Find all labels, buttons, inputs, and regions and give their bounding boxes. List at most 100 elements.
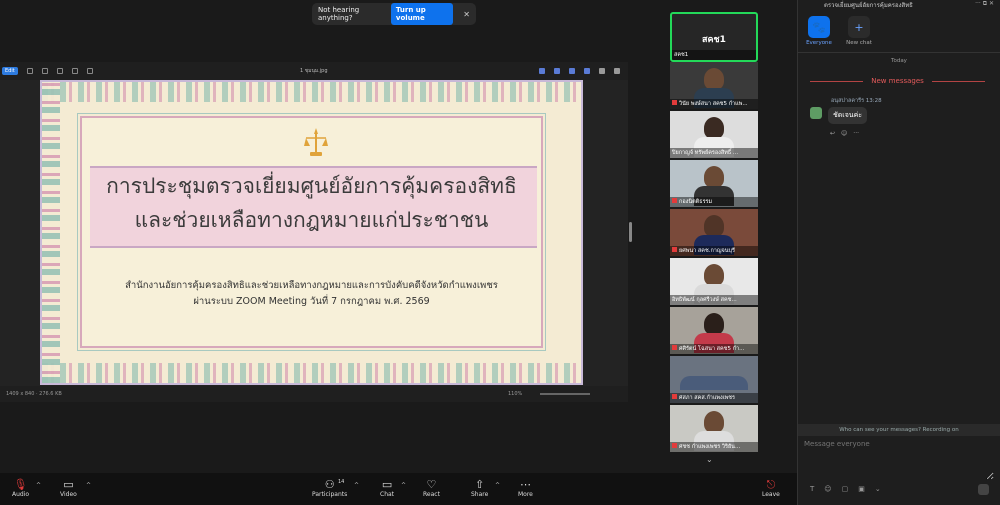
zoom-level[interactable]: 110% bbox=[508, 391, 522, 397]
tab-everyone[interactable]: 🐾 Everyone bbox=[804, 16, 834, 46]
participant-face bbox=[704, 68, 724, 90]
video-button[interactable]: ▭ Video bbox=[60, 478, 77, 498]
tile-name-text: ศสภา สคส.กำแพงเพชร bbox=[679, 395, 735, 401]
popout-icon[interactable]: ⧉ bbox=[983, 0, 987, 7]
mic-muted-icon bbox=[672, 247, 677, 252]
tile-name-text: ปิยกาญจ์ ทรัพย์ครองสิทธิ์ ... bbox=[672, 150, 739, 156]
mic-muted-icon bbox=[672, 100, 677, 105]
message-actions: ↩ ☺ ··· bbox=[830, 130, 859, 137]
message-input[interactable] bbox=[804, 440, 994, 480]
effects-icon[interactable] bbox=[584, 68, 590, 74]
date-separator: Today bbox=[891, 58, 907, 64]
chat-header-actions: ··· ⧉ ✕ bbox=[975, 0, 994, 8]
message-bubble[interactable]: ชัดเจนค่ะ bbox=[828, 107, 868, 124]
screenshot-icon[interactable]: ▣ bbox=[858, 485, 865, 493]
mic-muted-icon bbox=[672, 443, 677, 448]
edit-image-icon[interactable] bbox=[539, 68, 545, 74]
more-icon[interactable]: ⌄ bbox=[875, 485, 881, 493]
edit-button[interactable]: Edit bbox=[2, 67, 18, 75]
tile-name: ศศิรัตน์ โฉสนา สคช5 กำ... bbox=[670, 344, 758, 354]
react-button[interactable]: ♡ React bbox=[423, 478, 440, 498]
tile-name: ปิยกาญจ์ ทรัพย์ครองสิทธิ์ ... bbox=[670, 148, 758, 158]
video-tile[interactable]: กองนิตติธรรม bbox=[670, 160, 758, 207]
zoom-slider[interactable] bbox=[540, 393, 590, 395]
chevron-up-icon[interactable]: ^ bbox=[495, 482, 500, 489]
chevron-up-icon[interactable]: ^ bbox=[354, 482, 359, 489]
border-pattern-right bbox=[42, 82, 60, 383]
video-tile-active[interactable]: สคช1 สคช1 bbox=[670, 12, 758, 62]
more-button[interactable]: ⋯ More bbox=[518, 478, 533, 498]
rotate-icon[interactable] bbox=[26, 68, 33, 74]
chevron-up-icon[interactable]: ^ bbox=[36, 482, 41, 489]
turn-up-volume-button[interactable]: Turn up volume bbox=[390, 3, 454, 25]
tile-name-text: ศชช กำแพงเพชร วิริยัน... bbox=[679, 444, 741, 450]
format-icon[interactable]: T bbox=[810, 485, 814, 493]
video-tile[interactable]: วินัย พงษ์สนา สคช5 กำแพ... bbox=[670, 62, 758, 109]
send-button[interactable] bbox=[978, 484, 989, 495]
mic-muted-icon bbox=[672, 394, 677, 399]
chat-title: ตรวจเยี่ยมศูนย์อัยการคุ้มครองสิทธิ bbox=[824, 2, 913, 9]
more-icon[interactable]: ··· bbox=[975, 0, 981, 7]
more-icon[interactable]: ··· bbox=[853, 130, 859, 137]
chat-input-tools: T ☺ ▢ ▣ ⌄ bbox=[810, 485, 881, 493]
chevron-up-icon[interactable]: ^ bbox=[86, 482, 91, 489]
reply-icon[interactable]: ↩ bbox=[830, 130, 835, 137]
splitter-handle[interactable] bbox=[629, 222, 632, 242]
more-icon[interactable] bbox=[614, 68, 620, 74]
camera-icon: ▭ bbox=[63, 478, 74, 491]
message-sender[interactable]: อนุสปาลคารีร bbox=[831, 98, 864, 104]
share-button[interactable]: ⇧ Share bbox=[471, 478, 488, 498]
audio-banner: Not hearing anything? Turn up volume ✕ bbox=[312, 3, 476, 25]
border-pattern-top bbox=[42, 82, 581, 102]
new-messages-label: New messages bbox=[871, 77, 924, 85]
meeting-toolbar: 🎙 Audio ^ ▭ Video ^ ⚇ Participants 14 ^ … bbox=[0, 473, 797, 505]
tile-name: ยศพนา สคช.กาญจนบุรี bbox=[670, 246, 758, 256]
slideshow-icon[interactable] bbox=[86, 68, 93, 74]
heart-icon: ♡ bbox=[426, 478, 437, 491]
audio-label: Audio bbox=[12, 491, 30, 498]
emoji-icon[interactable]: ☺ bbox=[841, 130, 847, 137]
close-icon[interactable]: ✕ bbox=[989, 0, 994, 7]
viewer-statusbar: 1409 x 840 · 276.6 KB 110% bbox=[0, 386, 628, 402]
message-meta: อนุสปาลคารีร 13:28 bbox=[831, 97, 882, 105]
people-icon: ⚇ bbox=[324, 478, 335, 491]
chat-header: ตรวจเยี่ยมศูนย์อัยการคุ้มครองสิทธิ ··· ⧉… bbox=[798, 0, 1000, 10]
avatar[interactable] bbox=[810, 107, 822, 119]
video-tile[interactable]: ศชช กำแพงเพชร วิริยัน... bbox=[670, 405, 758, 452]
tile-name-text: ศศิรัตน์ โฉสนา สคช5 กำ... bbox=[679, 346, 745, 352]
plus-icon: + bbox=[848, 16, 870, 38]
crop-icon[interactable] bbox=[41, 68, 48, 74]
leave-button[interactable]: ⎋ Leave bbox=[762, 478, 780, 498]
delete-icon[interactable] bbox=[71, 68, 78, 74]
participant-face bbox=[704, 117, 724, 139]
emoji-icon[interactable]: ☺ bbox=[824, 485, 831, 493]
leave-label: Leave bbox=[762, 491, 780, 498]
video-tile[interactable]: ศสภา สคส.กำแพงเพชร bbox=[670, 356, 758, 403]
chat-button[interactable]: ▭ Chat bbox=[380, 478, 394, 498]
info-icon[interactable] bbox=[599, 68, 605, 74]
tab-new-chat[interactable]: + New chat bbox=[844, 16, 874, 46]
audio-button[interactable]: 🎙 Audio bbox=[12, 478, 29, 498]
slide-title-line2: และช่วยเหลือทางกฎหมายแก่ประชาชน bbox=[134, 208, 489, 232]
chat-tabs: 🐾 Everyone + New chat bbox=[804, 16, 874, 46]
slide-title-line1: การประชุมตรวจเยี่ยมศูนย์อัยการคุ้มครองสิ… bbox=[106, 174, 517, 198]
video-tile[interactable]: อิทธิพัฒน์ กุลศรีวงษ์ สคช... bbox=[670, 258, 758, 305]
slide-subtitle-line2: ผ่านระบบ ZOOM Meeting วันที่ 7 กรกฎาคม พ… bbox=[193, 296, 430, 307]
recording-notice[interactable]: Who can see your messages? Recording on bbox=[798, 424, 1000, 436]
slide-subtitle-line1: สำนักงานอัยการคุ้มครองสิทธิและช่วยเหลือท… bbox=[125, 280, 498, 291]
tile-name: ศสภา สคส.กำแพงเพชร bbox=[670, 393, 758, 403]
print-icon[interactable] bbox=[56, 68, 63, 74]
tile-name-text: อิทธิพัฒน์ กุลศรีวงษ์ สคช... bbox=[672, 297, 737, 303]
chevron-down-icon[interactable]: ⌄ bbox=[706, 455, 713, 464]
chevron-up-icon[interactable]: ^ bbox=[401, 482, 406, 489]
video-tile[interactable]: ปิยกาญจ์ ทรัพย์ครองสิทธิ์ ... bbox=[670, 111, 758, 158]
video-tile[interactable]: ศศิรัตน์ โฉสนา สคช5 กำ... bbox=[670, 307, 758, 354]
video-tile[interactable]: ยศพนา สคช.กาญจนบุรี bbox=[670, 209, 758, 256]
file-icon[interactable]: ▢ bbox=[842, 485, 849, 493]
close-icon[interactable]: ✕ bbox=[463, 10, 470, 19]
erase-icon[interactable] bbox=[569, 68, 575, 74]
participant-face bbox=[704, 264, 724, 286]
draw-icon[interactable] bbox=[554, 68, 560, 74]
mic-muted-icon bbox=[672, 198, 677, 203]
participant-face bbox=[704, 215, 724, 237]
